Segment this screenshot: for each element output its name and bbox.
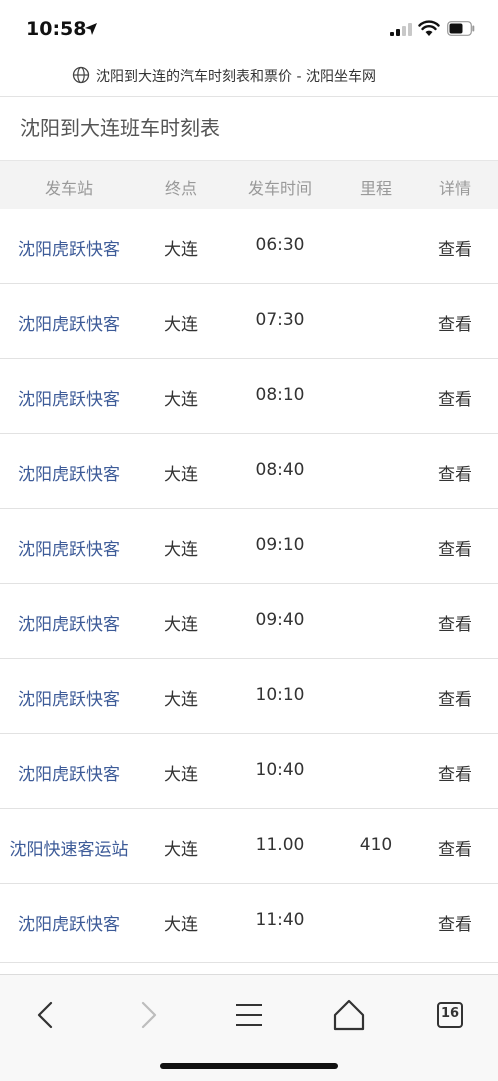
table-row: 沈阳快速客运站 大连 11.00 410 查看 (0, 809, 498, 884)
view-detail-link[interactable]: 查看 (438, 460, 472, 485)
table-row: 沈阳虎跃快客 大连 08:40 查看 (0, 434, 498, 509)
destination-cell: 大连 (164, 390, 198, 410)
home-indicator (160, 1063, 338, 1069)
table-row: 沈阳虎跃快客 大连 10:10 查看 (0, 659, 498, 734)
status-bar: 10:58 (0, 0, 498, 62)
wifi-icon (418, 20, 440, 36)
table-header: 发车站 终点 发车时间 里程 详情 (0, 160, 498, 209)
destination-cell: 大连 (164, 465, 198, 485)
destination-cell: 大连 (164, 540, 198, 560)
departure-time-cell: 10:10 (255, 685, 305, 705)
departure-time-cell: 08:40 (255, 460, 305, 480)
distance-cell: 410 (359, 835, 393, 855)
departure-time-cell: 06:30 (255, 235, 305, 255)
column-header-station: 发车站 (44, 179, 94, 198)
destination-cell: 大连 (164, 315, 198, 335)
destination-cell: 大连 (164, 840, 198, 860)
home-icon[interactable] (329, 995, 369, 1035)
view-detail-link[interactable]: 查看 (438, 535, 472, 560)
forward-chevron-icon[interactable] (128, 995, 168, 1035)
page-url-title: 沈阳到大连的汽车时刻表和票价 - 沈阳坐车网 (96, 69, 376, 85)
table-row: 沈阳虎跃快客 大连 06:30 查看 (0, 209, 498, 284)
battery-icon (447, 21, 475, 36)
station-link[interactable]: 沈阳虎跃快客 (18, 760, 120, 785)
column-header-detail: 详情 (438, 179, 472, 198)
station-link[interactable]: 沈阳虎跃快客 (18, 235, 120, 260)
departure-time-cell: 07:30 (255, 310, 305, 330)
destination-cell: 大连 (164, 915, 198, 935)
departure-time-cell: 10:40 (255, 760, 305, 780)
divider (0, 96, 498, 97)
view-detail-link[interactable]: 查看 (438, 610, 472, 635)
table-row: 沈阳虎跃快客 大连 10:40 查看 (0, 734, 498, 809)
station-link[interactable]: 沈阳虎跃快客 (18, 685, 120, 710)
page-title: 沈阳到大连班车时刻表 (20, 116, 220, 140)
destination-cell: 大连 (164, 690, 198, 710)
column-header-departure-time: 发车时间 (247, 179, 313, 198)
destination-cell: 大连 (164, 240, 198, 260)
view-detail-link[interactable]: 查看 (438, 310, 472, 335)
departure-time-cell: 11.00 (255, 835, 305, 855)
table-row: 沈阳虎跃快客 大连 09:40 查看 (0, 584, 498, 659)
departure-time-cell: 08:10 (255, 385, 305, 405)
column-header-distance: 里程 (359, 179, 393, 198)
table-row: 沈阳虎跃快客 大连 09:10 查看 (0, 509, 498, 584)
departure-time-cell: 11:40 (255, 910, 305, 930)
table-row: 沈阳虎跃快客 大连 08:10 查看 (0, 359, 498, 434)
location-arrow-icon (85, 23, 97, 35)
station-link[interactable]: 沈阳虎跃快客 (18, 535, 120, 560)
station-link[interactable]: 沈阳虎跃快客 (18, 385, 120, 410)
view-detail-link[interactable]: 查看 (438, 835, 472, 860)
station-link[interactable]: 沈阳虎跃快客 (18, 460, 120, 485)
station-link[interactable]: 沈阳虎跃快客 (18, 610, 120, 635)
destination-cell: 大连 (164, 615, 198, 635)
view-detail-link[interactable]: 查看 (438, 385, 472, 410)
destination-cell: 大连 (164, 765, 198, 785)
cellular-signal-icon (390, 22, 412, 36)
address-bar[interactable]: 沈阳到大连的汽车时刻表和票价 - 沈阳坐车网 (0, 62, 498, 92)
view-detail-link[interactable]: 查看 (438, 235, 472, 260)
globe-icon (72, 66, 90, 84)
station-link[interactable]: 沈阳虎跃快客 (18, 310, 120, 335)
view-detail-link[interactable]: 查看 (438, 685, 472, 710)
view-detail-link[interactable]: 查看 (438, 910, 472, 935)
status-time: 10:58 (26, 18, 87, 40)
station-link[interactable]: 沈阳虎跃快客 (18, 910, 120, 935)
tab-count: 16 (440, 1006, 460, 1021)
tabs-button[interactable]: 16 (430, 995, 470, 1035)
table-row: 沈阳虎跃快客 大连 07:30 查看 (0, 284, 498, 359)
back-chevron-icon[interactable] (26, 995, 66, 1035)
menu-icon[interactable] (229, 995, 269, 1035)
departure-time-cell: 09:10 (255, 535, 305, 555)
column-header-destination: 终点 (164, 179, 198, 198)
view-detail-link[interactable]: 查看 (438, 760, 472, 785)
table-row: 沈阳虎跃快客 大连 11:40 查看 (0, 884, 498, 959)
departure-time-cell: 09:40 (255, 610, 305, 630)
station-link[interactable]: 沈阳快速客运站 (10, 835, 129, 860)
